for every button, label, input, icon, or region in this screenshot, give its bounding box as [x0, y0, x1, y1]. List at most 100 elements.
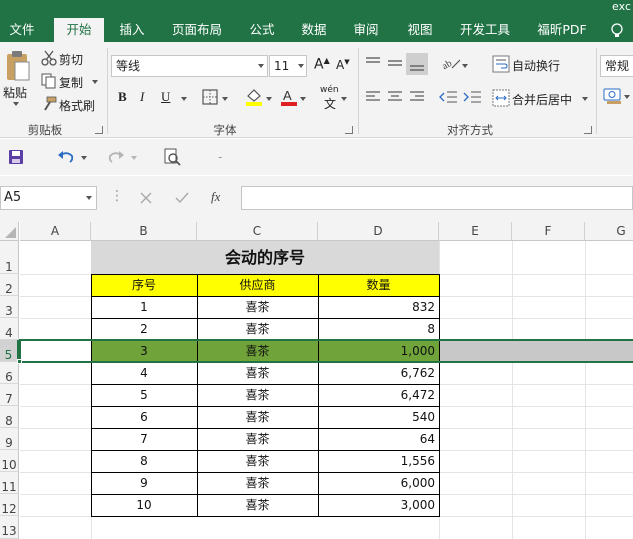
table-cell-seq[interactable]: 6 — [91, 406, 197, 428]
column-header-c[interactable]: C — [197, 222, 318, 241]
font-family-select[interactable]: 等线 — [111, 55, 268, 77]
paste-button[interactable]: 粘贴 — [3, 84, 27, 101]
tab-foxit-pdf[interactable]: 福昕PDF — [528, 18, 596, 42]
align-bottom-button[interactable] — [406, 53, 428, 75]
accounting-format-icon[interactable] — [603, 87, 623, 105]
table-cell-vendor[interactable]: 喜茶 — [197, 406, 318, 428]
table-cell-quantity[interactable]: 540 — [318, 406, 439, 428]
tab-view[interactable]: 视图 — [398, 18, 442, 42]
increase-indent-icon[interactable] — [462, 89, 482, 105]
fill-color-icon[interactable] — [244, 87, 264, 107]
table-cell-quantity[interactable]: 6,762 — [318, 362, 439, 384]
underline-dropdown-icon[interactable] — [181, 97, 187, 101]
table-cell-quantity[interactable]: 6,472 — [318, 384, 439, 406]
cut-button[interactable]: 剪切 — [59, 51, 83, 68]
fill-color-dropdown-icon[interactable] — [266, 97, 272, 101]
clipboard-launcher-icon[interactable] — [95, 126, 103, 134]
select-all-corner[interactable] — [0, 222, 19, 241]
table-cell-seq[interactable]: 1 — [91, 296, 197, 318]
table-cell-vendor[interactable]: 喜茶 — [197, 384, 318, 406]
row-header-10[interactable]: 10 — [0, 450, 19, 472]
merge-center-dropdown-icon[interactable] — [582, 97, 588, 101]
decrease-indent-icon[interactable] — [438, 89, 458, 105]
italic-button[interactable]: I — [140, 89, 144, 105]
table-cell-seq[interactable]: 7 — [91, 428, 197, 450]
increase-font-size-icon[interactable]: A▲ — [314, 56, 330, 73]
tab-page-layout[interactable]: 页面布局 — [162, 18, 232, 42]
row-header-1[interactable]: 1 — [0, 241, 19, 274]
paste-icon[interactable] — [5, 50, 31, 82]
save-icon[interactable] — [8, 149, 24, 165]
align-left-icon[interactable] — [364, 90, 382, 104]
column-header-e[interactable]: E — [439, 222, 512, 241]
accounting-dropdown-icon[interactable] — [624, 95, 630, 99]
name-box-dropdown-icon[interactable] — [86, 196, 92, 200]
table-cell-vendor[interactable]: 喜茶 — [197, 428, 318, 450]
column-header-f[interactable]: F — [512, 222, 585, 241]
header-vendor[interactable]: 供应商 — [197, 274, 318, 296]
font-color-icon[interactable]: A — [279, 87, 299, 107]
table-cell-quantity[interactable]: 3,000 — [318, 494, 439, 516]
worksheet-grid[interactable]: A B C D E F G 1 2 3 4 5 6 7 8 9 10 11 12… — [0, 222, 633, 539]
row-header-9[interactable]: 9 — [0, 428, 19, 450]
format-painter-icon[interactable] — [41, 96, 57, 112]
fill-handle[interactable] — [17, 359, 22, 364]
alignment-launcher-icon[interactable] — [584, 126, 592, 134]
row-header-11[interactable]: 11 — [0, 472, 19, 494]
phonetic-guide-icon[interactable]: 文 — [324, 95, 336, 112]
undo-dropdown-icon[interactable] — [81, 156, 87, 160]
print-preview-icon[interactable] — [163, 148, 181, 166]
table-cell-vendor[interactable]: 喜茶 — [197, 494, 318, 516]
table-cell-seq[interactable]: 5 — [91, 384, 197, 406]
cut-icon[interactable] — [41, 50, 57, 66]
copy-button[interactable]: 复制 — [59, 74, 83, 91]
row-header-13[interactable]: 13 — [0, 516, 19, 539]
table-cell-vendor[interactable]: 喜茶 — [197, 318, 318, 340]
align-middle-icon[interactable] — [386, 56, 404, 70]
font-launcher-icon[interactable] — [345, 126, 353, 134]
header-seq[interactable]: 序号 — [91, 274, 197, 296]
table-cell-quantity[interactable]: 64 — [318, 428, 439, 450]
font-family-dropdown-icon[interactable] — [258, 64, 264, 68]
table-cell-seq[interactable]: 8 — [91, 450, 197, 472]
table-cell-vendor[interactable]: 喜茶 — [197, 296, 318, 318]
table-cell-quantity[interactable]: 6,000 — [318, 472, 439, 494]
decrease-font-size-icon[interactable]: A▼ — [336, 58, 350, 72]
table-cell-vendor[interactable]: 喜茶 — [197, 450, 318, 472]
lightbulb-icon[interactable] — [610, 22, 624, 40]
table-cell-quantity[interactable]: 1,556 — [318, 450, 439, 472]
tab-insert[interactable]: 插入 — [110, 18, 154, 42]
format-painter-button[interactable]: 格式刷 — [59, 97, 95, 114]
align-right-icon[interactable] — [408, 90, 426, 104]
font-size-dropdown-icon[interactable] — [298, 64, 304, 68]
column-header-b[interactable]: B — [91, 222, 197, 241]
formula-input[interactable] — [241, 186, 633, 210]
table-cell-quantity[interactable]: 8 — [318, 318, 439, 340]
qat-more-icon[interactable]: ‐ — [218, 150, 222, 164]
font-color-dropdown-icon[interactable] — [300, 97, 306, 101]
borders-dropdown-icon[interactable] — [222, 97, 228, 101]
tab-data[interactable]: 数据 — [292, 18, 336, 42]
header-quantity[interactable]: 数量 — [318, 274, 439, 296]
row-header-2[interactable]: 2 — [0, 274, 19, 296]
table-cell-quantity[interactable]: 832 — [318, 296, 439, 318]
table-title[interactable]: 会动的序号 — [91, 241, 439, 274]
column-header-a[interactable]: A — [20, 222, 91, 241]
copy-dropdown-icon[interactable] — [92, 80, 98, 84]
align-center-icon[interactable] — [386, 90, 404, 104]
wrap-text-icon[interactable] — [492, 55, 510, 73]
row-header-7[interactable]: 7 — [0, 384, 19, 406]
column-header-g[interactable]: G — [585, 222, 633, 241]
underline-button[interactable]: U — [161, 89, 170, 105]
row-header-6[interactable]: 6 — [0, 362, 19, 384]
orientation-icon[interactable]: ab — [440, 54, 462, 72]
table-cell-vendor[interactable]: 喜茶 — [197, 472, 318, 494]
table-cell-vendor[interactable]: 喜茶 — [197, 362, 318, 384]
row-header-3[interactable]: 3 — [0, 296, 19, 318]
formula-bar-handle-icon[interactable]: ⋮ — [110, 188, 124, 204]
copy-icon[interactable] — [41, 73, 57, 89]
paste-dropdown-icon[interactable] — [13, 102, 19, 106]
table-cell-seq[interactable]: 10 — [91, 494, 197, 516]
orientation-dropdown-icon[interactable] — [462, 64, 468, 68]
number-format-select[interactable]: 常规 — [600, 55, 633, 77]
